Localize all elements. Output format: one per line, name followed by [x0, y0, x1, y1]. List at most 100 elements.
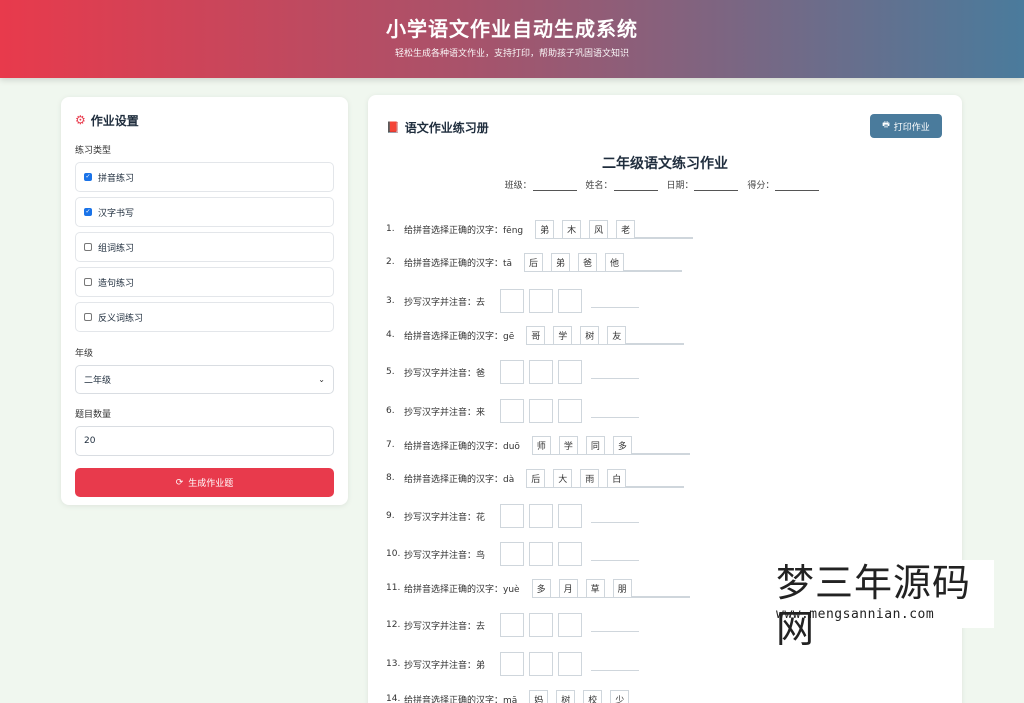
app-title: 小学语文作业自动生成系统 [386, 17, 638, 41]
print-button[interactable]: 🖶 打印作业 [870, 114, 942, 138]
choice-box[interactable]: 爸 [578, 252, 598, 272]
checkbox-checked[interactable]: ✓ [84, 173, 92, 181]
writing-grid [500, 613, 640, 637]
pinyin-line [591, 509, 640, 523]
writing-box [500, 289, 525, 313]
writing-box [500, 504, 525, 528]
choice-box[interactable]: 白 [607, 468, 627, 488]
choice-box[interactable]: 大 [553, 468, 573, 488]
type-option-label: 组词练习 [98, 243, 135, 254]
choice-group: 多月草朋 [531, 578, 690, 598]
choice-box[interactable]: 妈 [529, 689, 549, 703]
choice-box[interactable]: 草 [585, 578, 605, 598]
type-option[interactable]: 造句练习 [75, 267, 334, 297]
choice-box[interactable]: 老 [616, 219, 636, 239]
question-number: 10. [386, 549, 401, 559]
sheet-title: 二年级语文练习作业 [602, 156, 728, 172]
info-score: 得分： [747, 181, 775, 191]
type-option[interactable]: ✓ 汉字书写 [75, 197, 334, 227]
question-text: 抄写汉字并注音：去 [404, 621, 486, 632]
choice-box[interactable]: 友 [607, 325, 627, 345]
question-row: 11. 给拼音选择正确的汉字：yuè 多月草朋 [386, 578, 690, 598]
page-header: 小学语文作业自动生成系统 轻松生成各种语文作业，支持打印，帮助孩子巩固语文知识 [0, 0, 1024, 78]
choice-box[interactable]: 弟 [551, 252, 571, 272]
type-option-label: 造句练习 [98, 278, 135, 289]
choice-box[interactable]: 风 [589, 219, 609, 239]
checkbox-unchecked[interactable] [84, 278, 92, 286]
choice-box[interactable]: 树 [556, 689, 576, 703]
choice-box[interactable]: 树 [580, 325, 600, 345]
question-row: 8. 给拼音选择正确的汉字：dà 后大雨白 [386, 468, 685, 488]
choice-box[interactable]: 哥 [526, 325, 546, 345]
question-text: 给拼音选择正确的汉字：fēng [404, 225, 524, 236]
settings-title: ⚙ 作业设置 [75, 111, 334, 129]
choice-box[interactable]: 弟 [535, 219, 555, 239]
refresh-icon: ⟳ [175, 477, 184, 488]
type-option[interactable]: 反义词练习 [75, 302, 334, 332]
info-name: 姓名： [585, 181, 613, 191]
answer-line [629, 689, 687, 703]
writing-box [529, 613, 554, 637]
grade-select[interactable]: 二年级 ⌄ [75, 365, 334, 394]
question-row: 14. 给拼音选择正确的汉字：mā 妈树校少 [386, 689, 687, 703]
choice-box[interactable]: 月 [558, 578, 578, 598]
choice-box[interactable]: 同 [585, 435, 605, 455]
print-label: 打印作业 [893, 122, 930, 133]
choice-box[interactable]: 师 [531, 435, 551, 455]
choice-group: 妈树校少 [529, 689, 687, 703]
choice-box[interactable]: 校 [583, 689, 603, 703]
info-class: 班级： [504, 181, 532, 191]
choice-group: 师学同多 [531, 435, 690, 455]
question-number: 1. [386, 224, 395, 234]
watermark-url: www.mengsannian.com [776, 607, 935, 622]
choice-box[interactable]: 学 [553, 325, 573, 345]
type-option[interactable]: 组词练习 [75, 232, 334, 262]
answer-line [626, 468, 685, 487]
question-text: 给拼音选择正确的汉字：dà [404, 474, 515, 485]
question-number: 5. [386, 367, 395, 377]
choice-box[interactable]: 少 [610, 689, 630, 703]
choice-group: 后大雨白 [526, 468, 685, 488]
checkbox-unchecked[interactable] [84, 313, 92, 321]
choice-box[interactable]: 多 [612, 435, 632, 455]
question-text: 抄写汉字并注音：爸 [404, 368, 486, 379]
choice-box[interactable]: 他 [605, 252, 625, 272]
writing-box [500, 613, 525, 637]
question-number: 4. [386, 330, 395, 340]
question-row: 5. 抄写汉字并注音：爸 [386, 360, 640, 384]
generate-button[interactable]: ⟳ 生成作业题 [75, 468, 334, 497]
question-row: 9. 抄写汉字并注音：花 [386, 504, 640, 528]
checkbox-checked[interactable]: ✓ [84, 208, 92, 216]
question-number: 6. [386, 406, 395, 416]
choice-box[interactable]: 后 [526, 468, 546, 488]
question-number: 13. [386, 659, 401, 669]
pinyin-line [591, 294, 640, 308]
checkbox-unchecked[interactable] [84, 243, 92, 251]
writing-box [500, 542, 525, 566]
choice-box[interactable]: 学 [558, 435, 578, 455]
writing-box [558, 289, 583, 313]
type-option-label: 汉字书写 [98, 208, 135, 219]
type-option[interactable]: ✓ 拼音练习 [75, 162, 334, 192]
writing-box [529, 289, 554, 313]
writing-box [529, 399, 554, 423]
question-text: 抄写汉字并注音：花 [404, 512, 486, 523]
question-text: 给拼音选择正确的汉字：gē [404, 331, 515, 342]
choice-box[interactable]: 木 [562, 219, 582, 239]
choice-box[interactable]: 雨 [580, 468, 600, 488]
choice-box[interactable]: 多 [531, 578, 551, 598]
choice-box[interactable]: 朋 [612, 578, 632, 598]
question-row: 10. 抄写汉字并注音：鸟 [386, 542, 640, 566]
grade-value: 二年级 [84, 376, 112, 386]
choice-box[interactable]: 后 [524, 252, 544, 272]
question-row: 7. 给拼音选择正确的汉字：duō 师学同多 [386, 435, 690, 455]
writing-grid [500, 652, 640, 676]
question-text: 给拼音选择正确的汉字：yuè [404, 584, 520, 595]
settings-panel: ⚙ 作业设置 练习类型 ✓ 拼音练习 ✓ 汉字书写 组词练习 造句练习 反义词练习 年级 二… [61, 97, 348, 505]
writing-grid [500, 289, 640, 313]
writing-box [529, 652, 554, 676]
writing-box [558, 613, 583, 637]
printer-icon: 🖶 [882, 120, 890, 129]
count-input[interactable]: 20 [75, 426, 334, 456]
question-text: 抄写汉字并注音：来 [404, 407, 486, 418]
